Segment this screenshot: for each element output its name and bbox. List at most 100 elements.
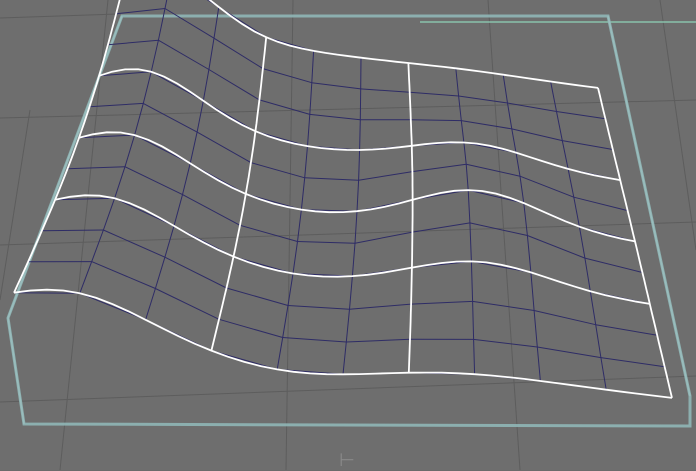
mesh-edge — [42, 230, 104, 231]
bounding-box-edge — [608, 16, 690, 396]
mesh-edge — [219, 319, 283, 337]
mesh-edge — [512, 129, 563, 141]
mesh-edge — [125, 135, 135, 167]
mesh-edge — [468, 190, 470, 223]
mesh-edge — [557, 112, 606, 119]
mesh-edge — [151, 40, 158, 72]
mesh-edge — [301, 178, 304, 210]
mesh-edge — [527, 236, 585, 259]
mesh-edge — [585, 258, 590, 291]
mesh-edge — [165, 0, 171, 9]
nurbs-surface-mesh[interactable] — [14, 0, 672, 398]
mesh-edge — [512, 129, 516, 153]
mesh-edge — [473, 301, 534, 310]
mesh-edge — [103, 230, 164, 257]
mesh-edge — [165, 226, 174, 257]
mesh-edge — [190, 132, 197, 163]
mesh-edge — [277, 338, 283, 370]
mesh-edge — [466, 164, 468, 190]
mesh-edge — [197, 101, 203, 132]
mesh-edge — [103, 198, 114, 230]
mesh-edge — [361, 89, 410, 92]
mesh-edge — [601, 358, 665, 367]
mesh-edge — [116, 9, 165, 14]
mesh-edge — [466, 164, 520, 176]
mesh-edge — [585, 258, 643, 272]
mesh-edge — [534, 311, 537, 348]
mesh-edge — [411, 120, 462, 121]
grid-line — [660, 0, 696, 250]
grid-line — [0, 100, 696, 118]
mesh-edge — [464, 143, 466, 165]
mesh-edge — [508, 103, 512, 129]
mesh-edge — [537, 347, 540, 381]
mesh-edge — [312, 51, 314, 83]
mesh-edge — [473, 301, 474, 339]
mesh-edge — [516, 153, 520, 177]
mesh-edge — [203, 70, 209, 101]
viewport-scene[interactable] — [0, 0, 696, 470]
mesh-edge — [568, 169, 574, 197]
mesh-edge — [537, 347, 601, 358]
mesh-edge — [579, 227, 585, 258]
mesh-edge — [470, 223, 472, 262]
mesh-edge — [410, 92, 459, 96]
mesh-edge — [92, 262, 156, 289]
mesh-edge — [459, 96, 462, 121]
mesh-edge — [461, 121, 512, 129]
mesh-edge — [357, 180, 359, 211]
mesh-edge — [293, 242, 298, 274]
mesh-edge — [305, 146, 308, 178]
3d-viewport[interactable]: ⊢ — [0, 0, 696, 470]
mesh-edge — [174, 195, 183, 226]
mesh-edge — [359, 150, 360, 180]
mesh-edge — [125, 167, 183, 195]
mesh-edge — [343, 342, 346, 374]
mesh-edge — [209, 38, 214, 69]
mesh-edge — [456, 68, 459, 96]
mesh-edge — [412, 164, 466, 171]
mesh-edge — [92, 230, 104, 262]
mesh-edge — [288, 306, 350, 310]
isoparm-highlight — [211, 37, 266, 350]
mesh-edge — [143, 72, 151, 104]
mesh-edge — [146, 289, 156, 320]
mesh-edge — [115, 167, 125, 199]
mesh-edge — [531, 272, 534, 310]
isoparm-highlight — [408, 63, 412, 373]
mesh-edge — [346, 339, 410, 342]
mesh-edge — [298, 210, 302, 242]
mesh-edge — [355, 232, 412, 243]
mesh-edge — [305, 178, 359, 181]
isoparm-highlight — [14, 290, 672, 398]
mesh-edge — [80, 262, 92, 294]
mesh-edge — [227, 288, 289, 306]
move-manipulator-icon[interactable]: ⊢ — [336, 452, 358, 470]
mesh-edge — [165, 257, 227, 288]
grid-line — [488, 0, 520, 470]
isoparm-highlight — [79, 132, 635, 241]
mesh-edge — [240, 225, 298, 241]
mesh-edge — [259, 100, 309, 115]
surface-edge-highlights — [14, 0, 672, 398]
mesh-edge — [108, 40, 158, 45]
mesh-edge — [359, 172, 413, 181]
mesh-edge — [183, 163, 191, 194]
mesh-edge — [158, 40, 209, 69]
mesh-edge — [590, 291, 595, 325]
mesh-edge — [474, 339, 475, 374]
mesh-edge — [596, 325, 658, 336]
mesh-edge — [350, 276, 353, 309]
selection-bounding-box[interactable] — [8, 16, 690, 426]
ground-grid — [0, 0, 696, 470]
isoparm-highlight — [14, 0, 124, 293]
mesh-edge — [520, 176, 524, 203]
mesh-edge — [214, 7, 219, 38]
grid-line — [0, 376, 696, 402]
mesh-edge — [551, 82, 557, 112]
mesh-edge — [471, 261, 472, 301]
mesh-edge — [411, 301, 473, 304]
mesh-edge — [574, 197, 628, 210]
mesh-edge — [68, 167, 126, 169]
mesh-edge — [520, 176, 574, 197]
